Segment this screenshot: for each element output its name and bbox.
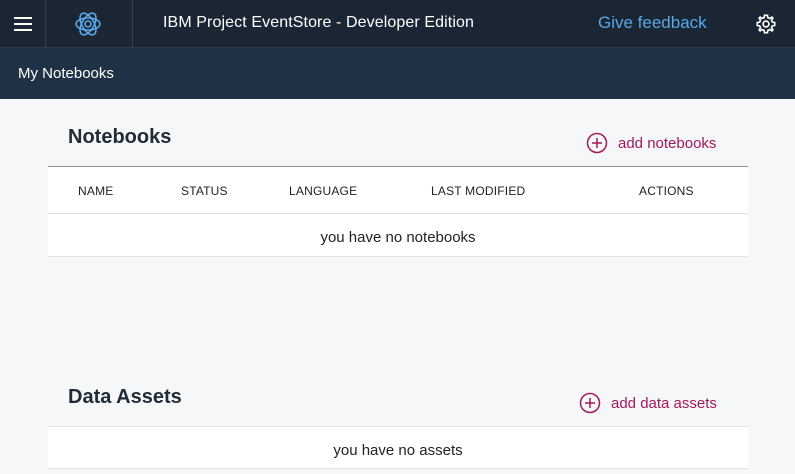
add-data-assets-button[interactable]: add data assets <box>579 392 717 414</box>
empty-notebooks-message: you have no notebooks <box>320 229 476 246</box>
table-header-row: NAME STATUS LANGUAGE LAST MODIFIED ACTIO… <box>48 166 748 214</box>
breadcrumb[interactable]: My Notebooks <box>18 65 114 82</box>
column-header-name[interactable]: NAME <box>78 184 113 198</box>
gear-icon[interactable] <box>755 13 777 35</box>
add-notebooks-label: add notebooks <box>618 134 717 152</box>
empty-state-row: you have no notebooks <box>48 214 748 257</box>
notebooks-title: Notebooks <box>68 126 172 148</box>
data-assets-title: Data Assets <box>68 386 182 408</box>
data-assets-table: you have no assets <box>48 426 748 469</box>
column-header-actions: ACTIONS <box>639 184 694 198</box>
add-circle-icon <box>579 392 601 414</box>
hamburger-menu-icon[interactable] <box>0 0 46 48</box>
app-title: IBM Project EventStore - Developer Editi… <box>163 14 475 31</box>
empty-state-row: you have no assets <box>48 426 748 469</box>
column-header-status[interactable]: STATUS <box>181 184 228 198</box>
eventstore-logo-icon <box>75 12 101 36</box>
top-navigation-bar: IBM Project EventStore - Developer Editi… <box>0 0 795 48</box>
notebooks-table: NAME STATUS LANGUAGE LAST MODIFIED ACTIO… <box>48 166 748 257</box>
column-header-language[interactable]: LANGUAGE <box>289 184 357 198</box>
app-logo[interactable] <box>46 0 133 48</box>
add-data-assets-label: add data assets <box>611 394 717 412</box>
empty-assets-message: you have no assets <box>333 442 463 459</box>
give-feedback-link[interactable]: Give feedback <box>598 13 707 33</box>
add-circle-icon <box>586 132 608 154</box>
breadcrumb-bar: My Notebooks <box>0 48 795 99</box>
add-notebooks-button[interactable]: add notebooks <box>586 132 716 154</box>
column-header-last-modified[interactable]: LAST MODIFIED <box>431 184 525 198</box>
